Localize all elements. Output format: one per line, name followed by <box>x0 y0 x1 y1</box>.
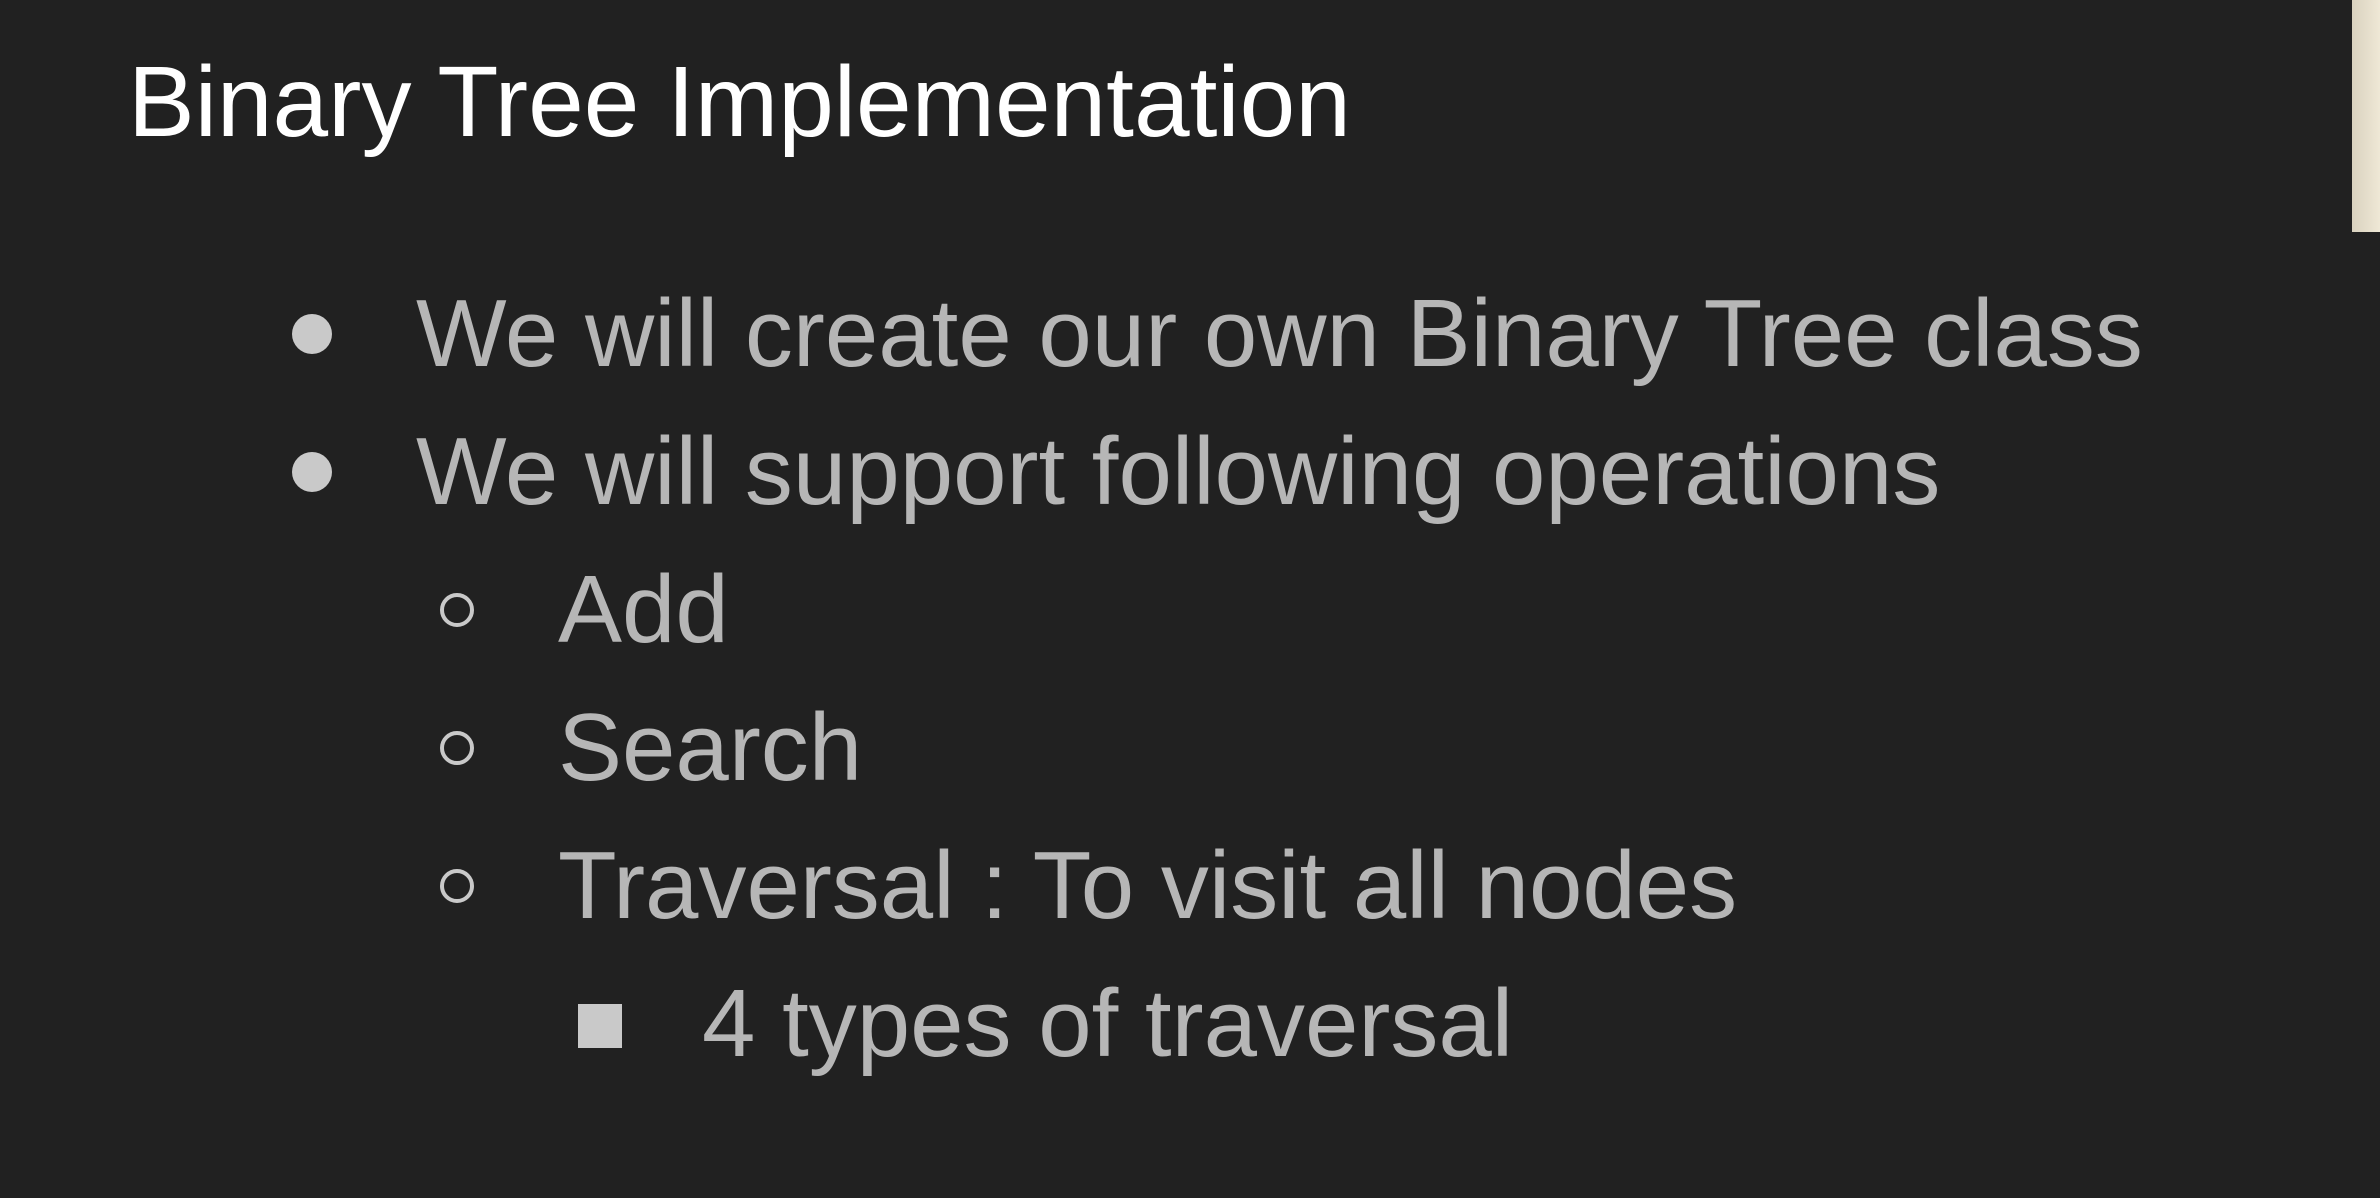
sub-sub-bullet-item: 4 types of traversal <box>0 964 2300 1084</box>
sub-bullet-text: Search <box>558 694 863 801</box>
disc-bullet-icon <box>292 314 332 354</box>
sub-bullet-item: Add <box>0 550 2300 670</box>
slide-title: Binary Tree Implementation <box>128 46 1351 158</box>
square-bullet-icon <box>578 1004 622 1048</box>
sub-bullet-item: Search <box>0 688 2300 808</box>
slide: Binary Tree Implementation We will creat… <box>0 0 2380 1198</box>
sub-bullet-text: Add <box>558 556 729 663</box>
bullet-item: We will support following operations <box>0 412 2300 532</box>
hollow-circle-bullet-icon <box>440 731 474 765</box>
disc-bullet-icon <box>292 452 332 492</box>
sub-bullet-item: Traversal : To visit all nodes <box>0 826 2300 946</box>
bullet-text: We will support following operations <box>416 418 1941 525</box>
window-edge-strip <box>2352 0 2380 232</box>
bullet-item: We will create our own Binary Tree class <box>0 274 2300 394</box>
hollow-circle-bullet-icon <box>440 869 474 903</box>
sub-bullet-text: Traversal : To visit all nodes <box>558 832 1738 939</box>
sub-sub-bullet-text: 4 types of traversal <box>702 970 1514 1077</box>
bullet-text: We will create our own Binary Tree class <box>416 280 2143 387</box>
hollow-circle-bullet-icon <box>440 593 474 627</box>
